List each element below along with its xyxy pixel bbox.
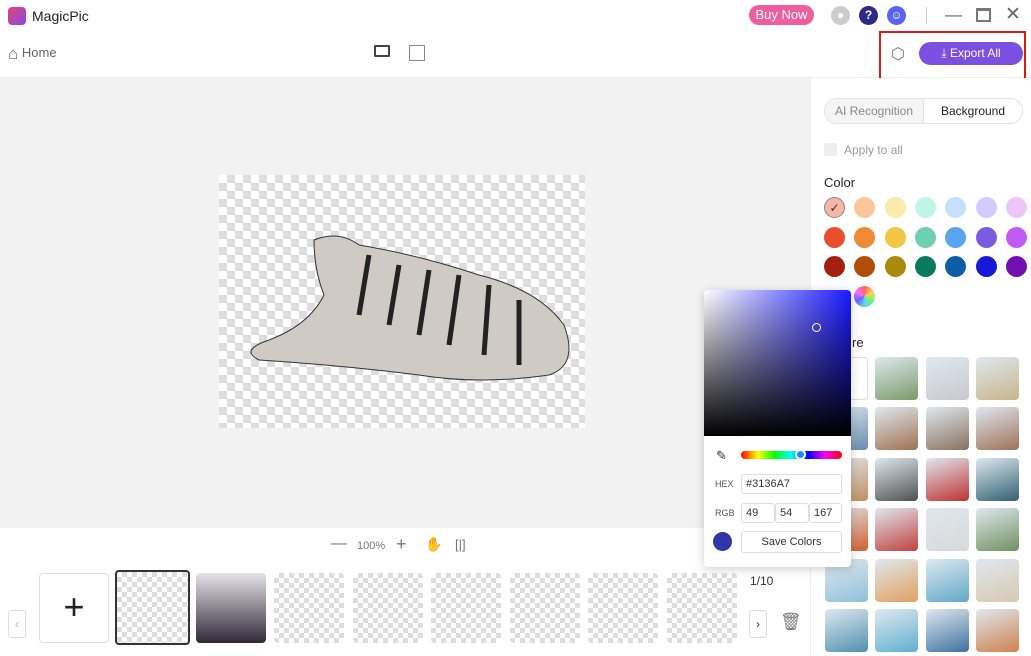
thumbnail-6[interactable]: [510, 573, 580, 643]
app-logo: [8, 7, 26, 25]
single-view-icon[interactable]: [374, 45, 390, 57]
hex-label: HEX: [715, 479, 734, 489]
home-label: Home: [21, 45, 57, 60]
home-icon: ⌂: [8, 44, 19, 63]
panel-tabs: AI Recognition Background: [824, 98, 1023, 124]
close-icon[interactable]: ✕: [1005, 3, 1021, 26]
background-picture[interactable]: [925, 609, 969, 652]
background-picture[interactable]: [925, 508, 969, 552]
save-colors-button[interactable]: Save Colors: [741, 531, 842, 553]
background-picture[interactable]: [925, 457, 969, 501]
color-swatch[interactable]: [975, 226, 997, 248]
color-swatch[interactable]: [854, 226, 876, 248]
zoom-level: 100%: [357, 540, 386, 552]
background-picture[interactable]: [875, 609, 919, 652]
thumbnail-8[interactable]: [667, 573, 737, 643]
r-input[interactable]: 49: [741, 503, 775, 523]
custom-color-button[interactable]: [854, 286, 875, 307]
background-picture[interactable]: [975, 508, 1019, 552]
hue-slider[interactable]: [741, 451, 842, 459]
g-input[interactable]: 54: [775, 503, 809, 523]
apply-to-all-checkbox[interactable]: [824, 143, 837, 156]
color-swatch[interactable]: [884, 197, 906, 218]
current-color-preview: [713, 532, 732, 551]
background-picture[interactable]: [975, 357, 1019, 400]
color-swatch[interactable]: [975, 197, 997, 218]
hue-handle[interactable]: [795, 449, 806, 460]
delete-icon[interactable]: 🗑: [780, 612, 802, 632]
tiger-image: [250, 235, 570, 381]
background-picture[interactable]: [875, 508, 919, 552]
tab-ai-recognition[interactable]: AI Recognition: [825, 99, 923, 123]
minimize-icon[interactable]: —: [945, 5, 962, 25]
image-preview[interactable]: [219, 175, 585, 428]
maximize-icon[interactable]: [976, 8, 991, 22]
thumbnail-1-selected[interactable]: [115, 570, 190, 645]
background-picture[interactable]: [825, 609, 868, 652]
tab-background[interactable]: Background: [923, 99, 1022, 123]
discord-icon[interactable]: ☺: [887, 6, 906, 25]
thumbnail-3[interactable]: [274, 573, 344, 643]
color-swatch[interactable]: [1005, 197, 1027, 218]
help-icon[interactable]: ?: [859, 6, 878, 25]
background-picture[interactable]: [975, 609, 1019, 652]
background-picture[interactable]: [925, 357, 969, 400]
thumbnail-4[interactable]: [353, 573, 423, 643]
background-picture[interactable]: [875, 407, 919, 451]
color-swatch[interactable]: [914, 197, 936, 218]
grid-view-icon[interactable]: [409, 45, 425, 61]
saturation-handle[interactable]: [812, 323, 821, 332]
background-picture[interactable]: [925, 558, 969, 602]
color-swatch[interactable]: [914, 256, 936, 277]
color-swatch[interactable]: [1005, 226, 1027, 248]
scroll-right-button[interactable]: ›: [749, 610, 767, 638]
color-swatch[interactable]: [975, 256, 997, 277]
highlight-box: [879, 31, 1026, 84]
eyedropper-icon[interactable]: ✎: [716, 448, 727, 464]
thumbnail-2[interactable]: [196, 573, 266, 643]
rgb-label: RGB: [715, 508, 735, 518]
hand-icon[interactable]: ✋: [425, 536, 442, 553]
toolbar: [0, 32, 1031, 78]
color-swatch[interactable]: [945, 226, 967, 248]
home-button[interactable]: ⌂ Home: [8, 44, 57, 64]
color-swatch[interactable]: [884, 226, 906, 248]
color-swatch[interactable]: [824, 226, 845, 248]
background-picture[interactable]: [875, 357, 919, 400]
color-swatch[interactable]: [1005, 256, 1027, 277]
background-picture[interactable]: [875, 457, 919, 501]
compare-icon[interactable]: [|]: [455, 537, 466, 552]
background-picture[interactable]: [975, 407, 1019, 451]
image-counter: 1/10: [750, 574, 774, 588]
account-icon[interactable]: ●: [831, 6, 850, 25]
color-swatch[interactable]: [884, 256, 906, 277]
scroll-left-button[interactable]: ‹: [8, 610, 26, 638]
saturation-area[interactable]: [704, 290, 851, 436]
add-image-button[interactable]: +: [39, 573, 109, 643]
background-picture[interactable]: [975, 457, 1019, 501]
b-input[interactable]: 167: [809, 503, 842, 523]
zoom-in-icon[interactable]: +: [396, 534, 407, 555]
thumbnail-7[interactable]: [588, 573, 658, 643]
color-swatch[interactable]: [914, 226, 936, 248]
title-bar: MagicPic Buy Now ● ? ☺ — ✕: [0, 0, 1031, 32]
thumbnail-5[interactable]: [431, 573, 501, 643]
color-heading: Color: [824, 175, 856, 190]
app-title: MagicPic: [32, 8, 89, 24]
picture-heading: re: [852, 335, 864, 350]
color-picker-popup: ✎ HEX #3136A7 RGB 49 54 167 Save Colors: [704, 290, 851, 567]
hex-input[interactable]: #3136A7: [741, 474, 842, 494]
divider: [926, 7, 927, 24]
buy-now-button[interactable]: Buy Now: [749, 5, 814, 25]
background-picture[interactable]: [975, 558, 1019, 602]
apply-to-all-label: Apply to all: [844, 143, 903, 157]
background-picture[interactable]: [925, 407, 969, 451]
zoom-out-icon[interactable]: —: [331, 535, 347, 553]
color-swatch[interactable]: [824, 256, 845, 277]
color-swatch[interactable]: ✓: [824, 197, 845, 218]
background-picture[interactable]: [875, 558, 919, 602]
